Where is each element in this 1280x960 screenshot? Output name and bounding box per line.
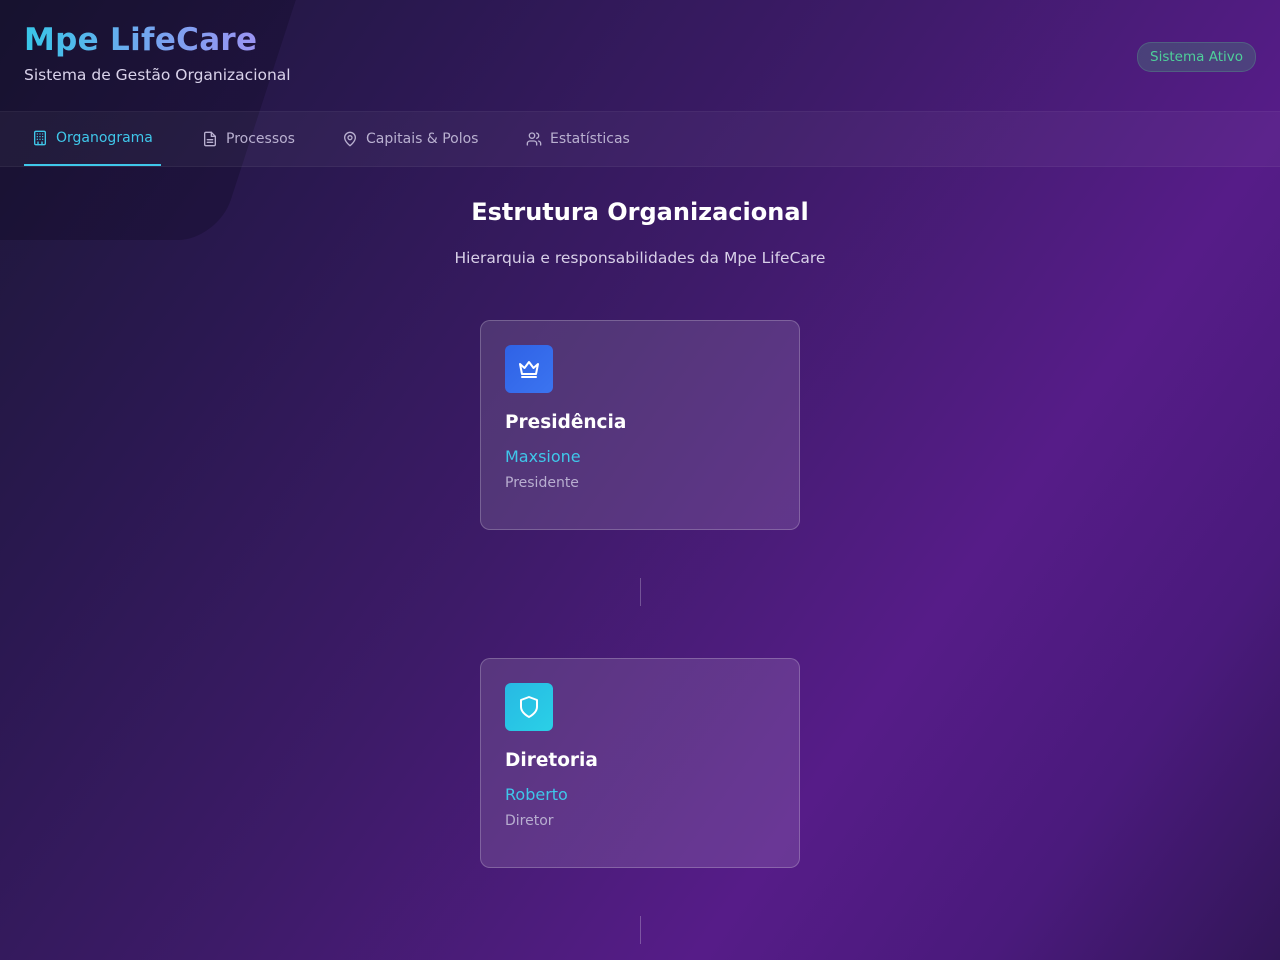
card-person: Roberto [505,785,568,804]
tab-capitais-polos[interactable]: Capitais & Polos [342,112,478,166]
brand-title: Mpe LifeCare [24,22,258,58]
hierarchy-connector [640,578,641,606]
page-subtitle: Hierarquia e responsabilidades da Mpe Li… [454,249,826,267]
app-header: Mpe LifeCare Sistema de Gestão Organizac… [0,0,1280,112]
map-pin-icon [344,131,356,147]
users-icon [526,132,542,146]
tab-organograma[interactable]: Organograma [24,112,161,166]
tab-label: Capitais & Polos [366,131,479,147]
status-badge: Sistema Ativo [1137,42,1256,72]
document-icon [204,131,216,147]
tab-processos[interactable]: Processos [202,112,295,166]
tab-label: Processos [226,131,295,147]
card-icon-box [505,683,553,731]
card-role: Presidente [505,475,579,491]
brand-subtitle: Sistema de Gestão Organizacional [24,66,291,84]
hierarchy-connector [640,916,641,944]
tab-estatisticas[interactable]: Estatísticas [526,112,630,166]
card-role: Diretor [505,813,554,829]
card-title: Diretoria [505,750,598,771]
org-card-presidencia[interactable]: Presidência Maxsione Presidente [480,320,800,530]
tab-label: Estatísticas [550,131,630,147]
main-nav: Organograma Processos Capitais & Polos E… [0,112,1280,167]
card-title: Presidência [505,412,627,433]
card-icon-box [505,345,553,393]
org-card-diretoria[interactable]: Diretoria Roberto Diretor [480,658,800,868]
shield-icon [520,696,538,718]
card-person: Maxsione [505,447,581,466]
tab-label: Organograma [56,130,153,146]
page-title: Estrutura Organizacional [471,198,809,226]
building-icon [34,130,46,146]
crown-icon [519,361,539,378]
